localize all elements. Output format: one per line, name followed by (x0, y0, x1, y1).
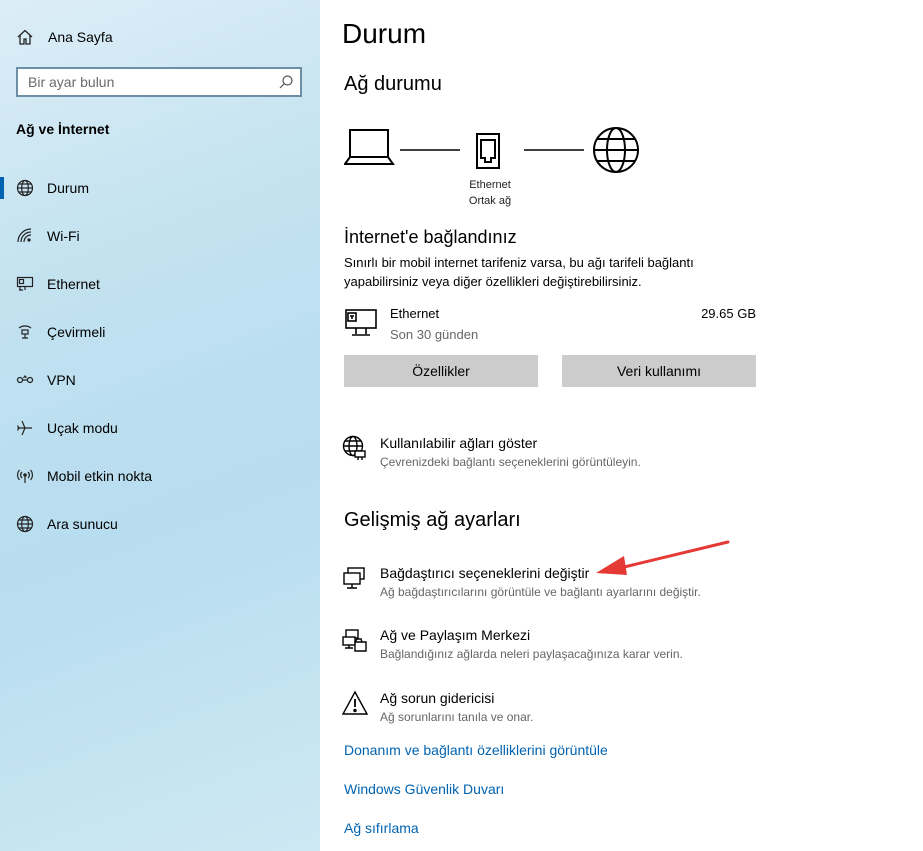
internet-globe-icon (593, 127, 639, 173)
sidebar-item-status[interactable]: Durum (0, 168, 320, 208)
network-reset-link[interactable]: Ağ sıfırlama (344, 820, 419, 836)
sidebar-item-label: Çevirmeli (47, 324, 106, 340)
connected-heading: İnternet'e bağlandınız (344, 227, 517, 247)
sidebar-item-wifi[interactable]: Wi-Fi (0, 216, 320, 256)
hardware-properties-link[interactable]: Donanım ve bağlantı özelliklerini görünt… (344, 742, 608, 758)
search-input[interactable] (18, 73, 278, 91)
annotation-arrow (596, 540, 730, 575)
indicator (0, 369, 4, 391)
show-networks-option[interactable]: Kullanılabilir ağları göster Çevrenizdek… (342, 435, 762, 475)
change-adapter-subtitle: Ağ bağdaştırıcılarını görüntüle ve bağla… (380, 585, 701, 599)
sidebar-item-label: Mobil etkin nokta (47, 468, 153, 484)
globe-icon (16, 179, 34, 197)
usage-period: Son 30 günden (390, 327, 479, 342)
home-link[interactable]: Ana Sayfa (16, 26, 113, 48)
sidebar-item-airplane-mode[interactable]: Uçak modu (0, 408, 320, 448)
sidebar-item-ethernet[interactable]: Ethernet (0, 264, 320, 304)
network-type-label: Ortak ağ (468, 195, 512, 207)
sidebar-item-vpn[interactable]: VPN (0, 360, 320, 400)
indicator (0, 417, 4, 439)
home-icon (16, 28, 34, 46)
sidebar-item-mobile-hotspot[interactable]: Mobil etkin nokta (0, 456, 320, 496)
troubleshooter-option[interactable]: Ağ sorun gidericisi Ağ sorunlarını tanıl… (341, 690, 762, 730)
connected-desc-line1: Sınırlı bir mobil internet tarifeniz var… (344, 255, 694, 270)
troubleshooter-title: Ağ sorun gidericisi (380, 690, 495, 706)
network-diagram (344, 126, 644, 180)
active-indicator (0, 177, 4, 199)
search-icon[interactable] (278, 74, 294, 90)
connected-desc-line2: yapabilirsiniz veya diğer özellikleri de… (344, 274, 642, 289)
airplane-icon (16, 419, 34, 437)
hotspot-icon (16, 467, 34, 485)
sidebar-item-label: Uçak modu (47, 420, 118, 436)
sidebar-item-label: Wi-Fi (47, 228, 80, 244)
sharing-center-option[interactable]: Ağ ve Paylaşım Merkezi Bağlandığınız ağl… (342, 627, 762, 667)
section-title: Ağ ve İnternet (16, 121, 110, 137)
wifi-icon (16, 227, 34, 245)
data-usage-row: Ethernet Son 30 günden 29.65 GB (344, 306, 764, 346)
ethernet-port-icon (476, 133, 500, 169)
sidebar-item-label: Ara sunucu (47, 516, 118, 532)
indicator (0, 273, 4, 295)
warning-icon (341, 690, 369, 716)
connected-description: Sınırlı bir mobil internet tarifeniz var… (344, 253, 694, 291)
troubleshooter-subtitle: Ağ sorunlarını tanıla ve onar. (380, 710, 534, 724)
globe-icon (16, 515, 34, 533)
sidebar-item-label: Durum (47, 180, 90, 196)
data-usage-button[interactable]: Veri kullanımı (562, 355, 756, 387)
sharing-center-title: Ağ ve Paylaşım Merkezi (380, 627, 531, 643)
network-diagram-graphic (344, 127, 639, 173)
network-status-heading: Ağ durumu (344, 73, 442, 95)
search-box[interactable] (16, 67, 302, 97)
sidebar-item-label: VPN (47, 372, 76, 388)
ethernet-monitor-icon (344, 308, 378, 343)
diagram-labels: Ethernet Ortak ağ (450, 177, 530, 209)
sidebar-item-label: Ethernet (47, 276, 100, 292)
sharing-center-subtitle: Bağlandığınız ağlarda neleri paylaşacağı… (380, 647, 683, 661)
show-networks-title: Kullanılabilir ağları göster (380, 435, 538, 451)
change-adapter-title: Bağdaştırıcı seçeneklerini değiştir (380, 565, 590, 581)
usage-amount: 29.65 GB (701, 306, 756, 321)
vpn-icon (16, 371, 34, 389)
indicator (0, 513, 4, 535)
indicator (0, 321, 4, 343)
globe-network-icon (342, 435, 368, 461)
main-panel: Durum Ağ durumu Ethernet Ortak ağ İntern… (320, 0, 923, 851)
properties-button[interactable]: Özellikler (344, 355, 538, 387)
sidebar-item-dialup[interactable]: Çevirmeli (0, 312, 320, 352)
advanced-settings-heading: Gelişmiş ağ ayarları (344, 509, 521, 531)
indicator (0, 465, 4, 487)
ethernet-icon (16, 275, 34, 293)
windows-firewall-link[interactable]: Windows Güvenlik Duvarı (344, 781, 504, 797)
sidebar-item-proxy[interactable]: Ara sunucu (0, 504, 320, 544)
adapter-icon (342, 565, 368, 591)
sidebar: Ana Sayfa Ağ ve İnternet Durum Wi-Fi Eth… (0, 0, 320, 851)
indicator (0, 225, 4, 247)
show-networks-subtitle: Çevrenizdeki bağlantı seçeneklerini görü… (380, 455, 641, 469)
home-label: Ana Sayfa (48, 29, 113, 45)
usage-adapter-name: Ethernet (390, 306, 440, 321)
dialup-icon (16, 323, 34, 341)
sharing-center-icon (342, 627, 368, 653)
adapter-label: Ethernet (469, 179, 511, 191)
laptop-icon (344, 129, 395, 165)
page-title: Durum (342, 18, 427, 49)
